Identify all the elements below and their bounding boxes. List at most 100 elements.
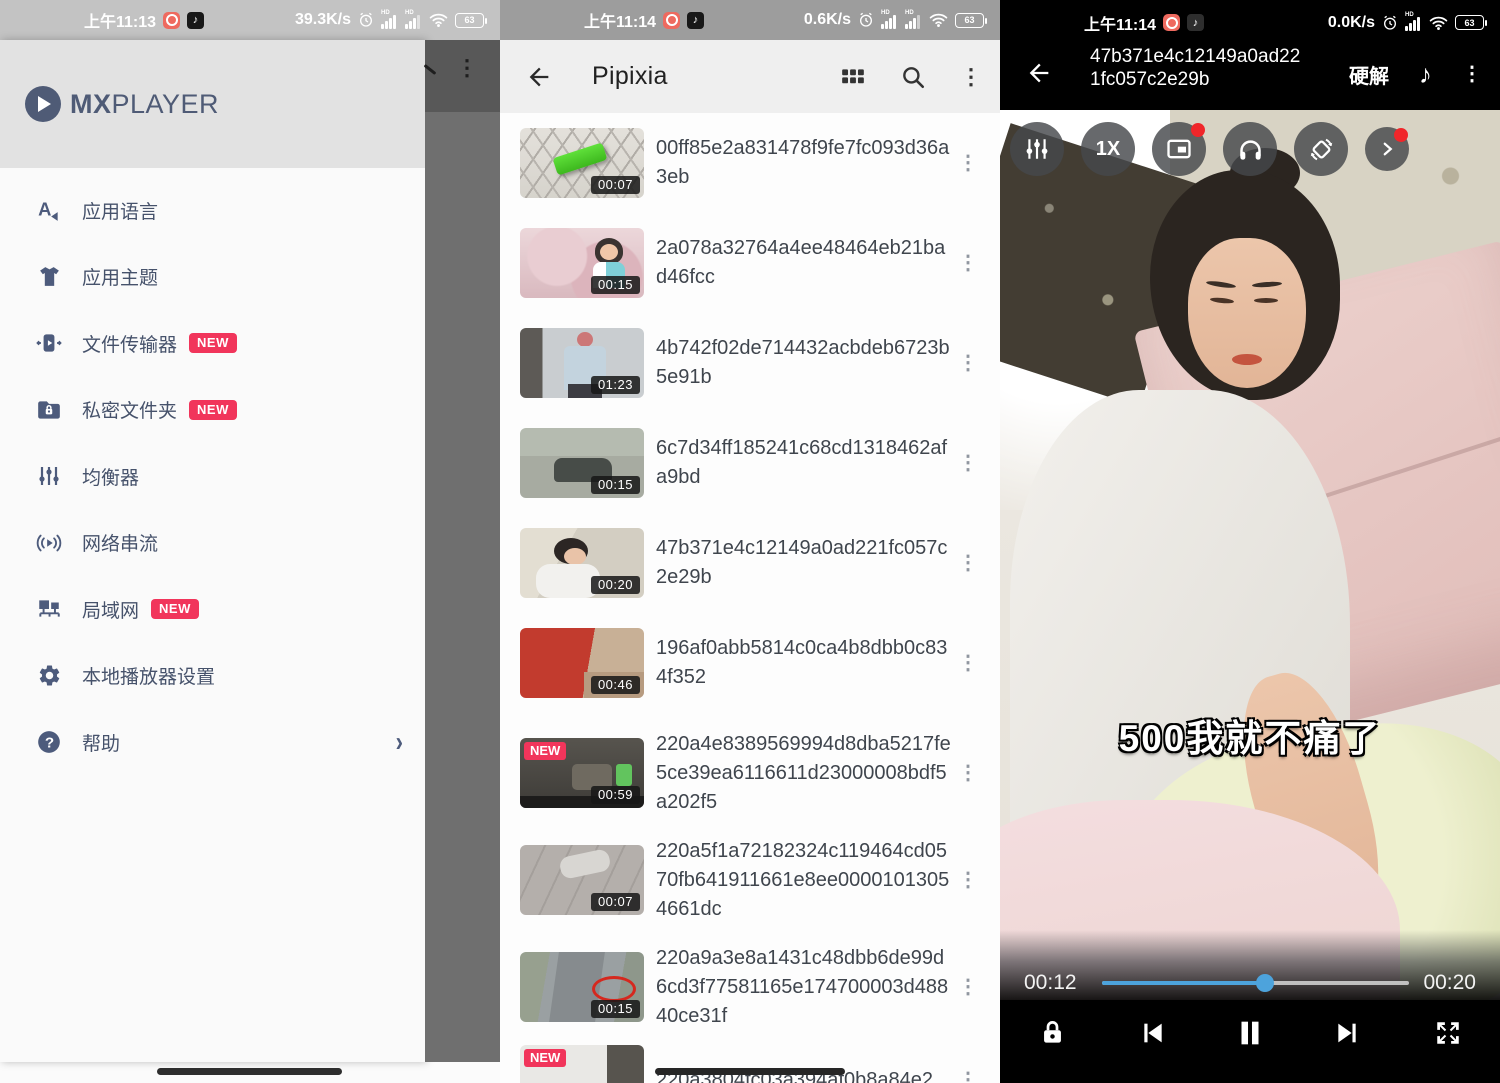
headphones-button[interactable] [1223,122,1277,176]
file-name: 220a4e8389569994d8dba5217fe5ce39ea611661… [656,730,952,817]
battery-icon: 63 [1455,15,1484,30]
translate-icon: A [36,197,62,223]
list-item[interactable]: 00:15 6c7d34ff185241c68cd1318462afa9bd ⋮ [500,428,1000,498]
list-item[interactable]: NEW00:59 220a4e8389569994d8dba5217fe5ce3… [500,725,1000,821]
signal-icon: HD [381,12,398,29]
menu-label: 网络串流 [82,529,158,556]
video-thumbnail: 00:15 [520,952,644,1022]
list-item[interactable]: 00:07 00ff85e2a831478f9fe7fc093d36a3eb ⋮ [500,128,1000,198]
list-item[interactable]: 01:23 4b742f02de714432acbdeb6723b5e91b ⋮ [500,328,1000,398]
duration-badge: 01:23 [591,376,640,394]
duration-badge: 00:46 [591,676,640,694]
video-art [1188,238,1306,388]
overflow-menu-button[interactable]: ⋮ [1462,71,1482,78]
battery-icon: 63 [455,13,484,28]
net-speed-text: 39.3K/s [295,11,351,29]
seekbar-thumb[interactable] [1256,974,1274,992]
menu-item-app-theme[interactable]: 应用主题 [0,244,425,311]
seekbar-progress [1102,981,1265,985]
next-button[interactable] [1327,1011,1371,1055]
menu-item-help[interactable]: ? 帮助 › [0,709,425,776]
mx-player-logo: MXPLAYER [25,86,219,122]
net-speed-text: 0.0K/s [1328,14,1375,32]
list-item[interactable]: NEW 220a3804fc03a394af0b8a84e2 ⋮ [500,1045,1000,1083]
item-overflow-button[interactable]: ⋮ [958,877,978,884]
video-art [1254,298,1278,303]
home-indicator[interactable] [655,1068,845,1075]
menu-item-private-folder[interactable]: 私密文件夹 NEW [0,377,425,444]
item-overflow-button[interactable]: ⋮ [958,460,978,467]
video-thumbnail: 00:46 [520,628,644,698]
thumbnail-art [577,332,593,347]
audio-track-icon[interactable]: ♪ [1419,59,1432,90]
video-thumbnail: NEW00:59 [520,738,644,808]
file-name: 220a9a3e8a1431c48dbb6de99d6cd3f77581165e… [656,944,952,1031]
dimmed-toolbar: ⋮ [425,40,500,112]
menu-item-network-stream[interactable]: 网络串流 [0,510,425,577]
middle-screenshot: 上午11:14 ♪ 0.6K/s HD HD 63 Pipixia ⋮ 00:0… [500,0,1000,1083]
new-badge: NEW [189,333,237,353]
tiktok-icon: ♪ [687,12,704,29]
item-overflow-button[interactable]: ⋮ [958,260,978,267]
search-button[interactable] [900,64,926,90]
signal-icon: HD [1405,14,1422,31]
menu-label: 局域网 [82,596,139,623]
pause-button[interactable] [1228,1011,1272,1055]
list-item[interactable]: 00:15 2a078a32764a4ee48464eb21bad46fcc ⋮ [500,228,1000,298]
file-name: 196af0abb5814c0ca4b8dbb0c834f352 [656,634,952,692]
decoder-toggle[interactable]: 硬解 [1349,60,1389,89]
tiktok-icon: ♪ [187,12,204,29]
menu-item-lan[interactable]: 局域网 NEW [0,576,425,643]
pip-button[interactable] [1152,122,1206,176]
item-overflow-button[interactable]: ⋮ [958,1077,978,1083]
item-overflow-button[interactable]: ⋮ [958,160,978,167]
duration-badge: 00:15 [591,1000,640,1018]
menu-item-file-transfer[interactable]: 文件传输器 NEW [0,310,425,377]
previous-button[interactable] [1129,1011,1173,1055]
item-overflow-button[interactable]: ⋮ [958,560,978,567]
item-overflow-button[interactable]: ⋮ [958,770,978,777]
menu-label: 私密文件夹 [82,396,177,423]
battery-icon: 63 [955,13,984,28]
menu-item-local-player-settings[interactable]: 本地播放器设置 [0,643,425,710]
tshirt-icon [36,264,62,290]
item-overflow-button[interactable]: ⋮ [958,660,978,667]
file-name: 00ff85e2a831478f9fe7fc093d36a3eb [656,134,952,192]
item-overflow-button[interactable]: ⋮ [958,360,978,367]
grid-view-button[interactable] [840,64,866,90]
video-surface[interactable]: 1X 500我就不痛了 [1000,110,1500,1000]
page-title: Pipixia [592,62,668,91]
more-controls-button[interactable] [1365,127,1409,171]
menu-label: 本地播放器设置 [82,662,215,689]
drawer-menu: A 应用语言 应用主题 文件传输器 NEW 私密文件夹 NEW 均衡器 [0,168,425,776]
dimmed-search-icon [424,64,437,75]
list-item[interactable]: 00:07 220a5f1a72182324c119464cd0570fb641… [500,832,1000,928]
svg-text:?: ? [45,735,54,752]
menu-item-app-language[interactable]: A 应用语言 [0,177,425,244]
seekbar[interactable] [1102,981,1409,985]
overflow-menu-button[interactable]: ⋮ [960,73,982,80]
playback-speed-button[interactable]: 1X [1081,122,1135,176]
home-indicator[interactable] [157,1068,342,1075]
list-item[interactable]: 00:20 47b371e4c12149a0ad221fc057c2e29b ⋮ [500,528,1000,598]
alarm-icon [358,12,374,28]
signal-icon-2: HD [905,12,922,29]
chevron-right-icon: › [396,726,403,759]
equalizer-button[interactable] [1010,122,1064,176]
back-button[interactable] [524,63,554,91]
list-item[interactable]: 00:15 220a9a3e8a1431c48dbb6de99d6cd3f775… [500,939,1000,1035]
video-thumbnail: 00:07 [520,128,644,198]
drawer-scrim[interactable]: ⋮ [425,40,500,1062]
status-bar: 上午11:14 ♪ 0.0K/s HD 63 [1000,0,1500,45]
menu-label: 帮助 [82,729,120,756]
rotate-screen-button[interactable] [1294,122,1348,176]
list-item[interactable]: 00:46 196af0abb5814c0ca4b8dbb0c834f352 ⋮ [500,628,1000,698]
clock-text: 上午11:14 [584,8,656,32]
menu-item-equalizer[interactable]: 均衡器 [0,443,425,510]
back-button[interactable] [1024,59,1054,87]
lock-button[interactable] [1030,1011,1074,1055]
fullscreen-button[interactable] [1426,1011,1470,1055]
drawer-header: MXPLAYER [0,40,425,168]
new-badge: NEW [524,1049,566,1067]
item-overflow-button[interactable]: ⋮ [958,984,978,991]
